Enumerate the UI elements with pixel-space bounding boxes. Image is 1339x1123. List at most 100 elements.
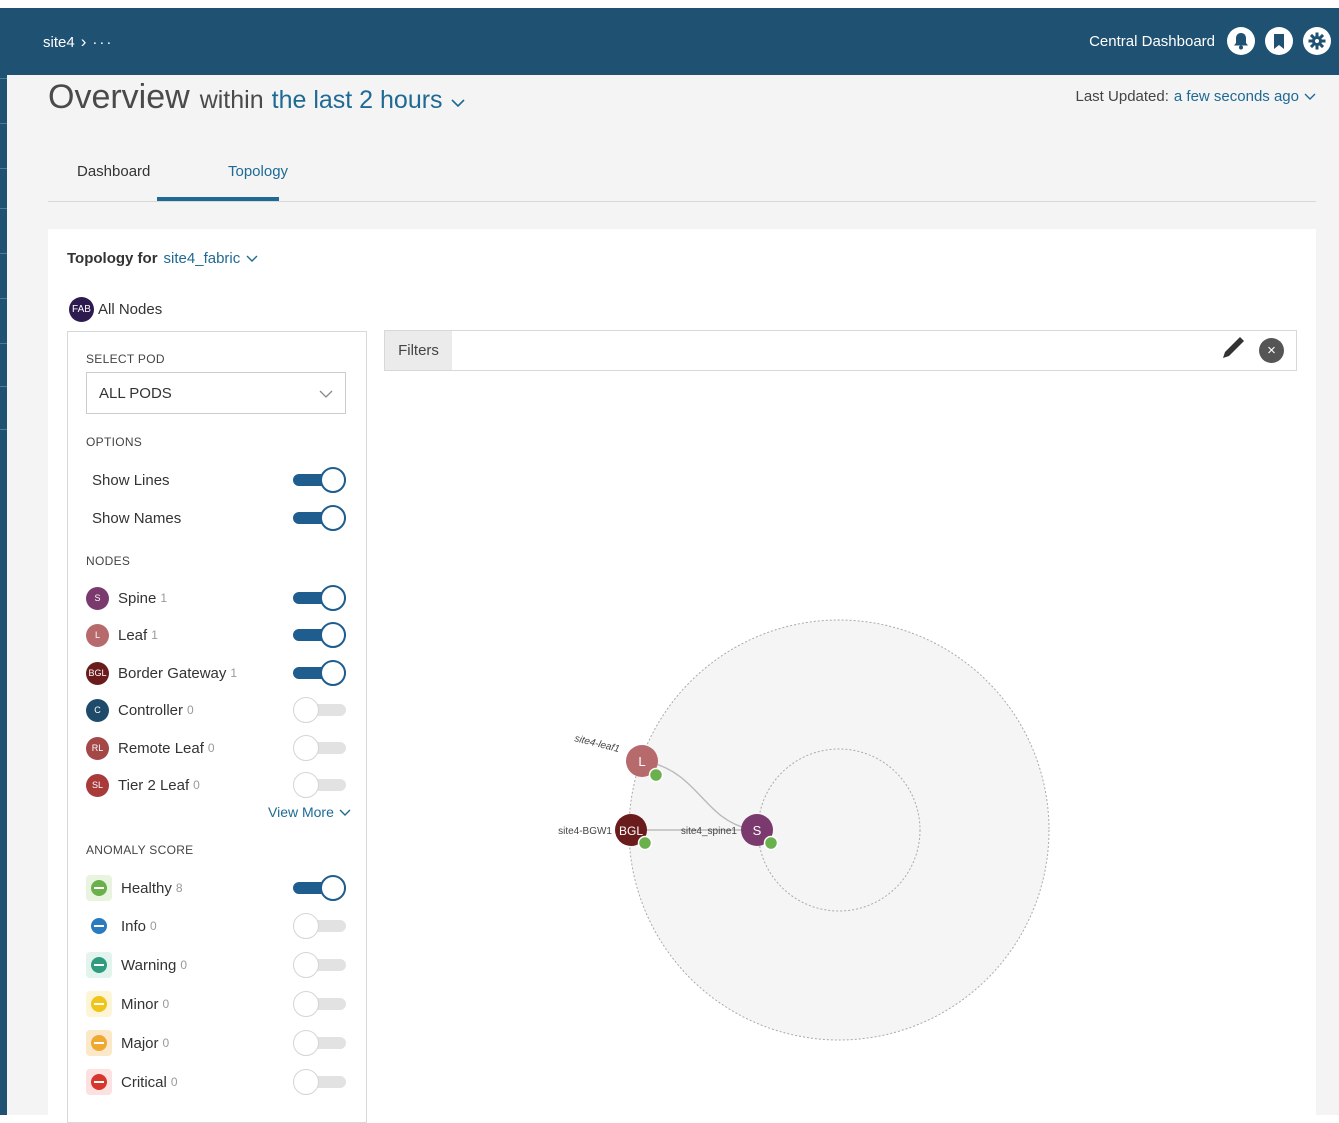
node-type-toggle[interactable] [293, 660, 346, 686]
overview-title: Overview [48, 78, 190, 116]
anomaly-row: Healthy 8 [86, 873, 346, 903]
health-score-icon [86, 1030, 112, 1056]
anomaly-toggle[interactable] [293, 1069, 346, 1095]
option-toggle[interactable] [293, 467, 346, 493]
pencil-icon[interactable] [1220, 335, 1246, 366]
node-type-count: 0 [207, 741, 215, 755]
anomaly-toggle[interactable] [293, 1030, 346, 1056]
node-type-label: Remote Leaf [118, 739, 204, 757]
node-type-count: 0 [187, 703, 194, 717]
anomaly-toggle[interactable] [293, 952, 346, 978]
chevron-down-icon[interactable] [1304, 88, 1316, 105]
bookmark-icon[interactable] [1265, 27, 1293, 55]
health-score-icon [86, 875, 112, 901]
node-type-row: C Controller 0 [86, 695, 346, 725]
breadcrumb: site4 › ··· [43, 32, 113, 52]
pod-select[interactable]: ALL PODS [86, 372, 346, 414]
node-badge: C [86, 698, 109, 722]
node-type-row: S Spine 1 [86, 583, 346, 613]
anomaly-count: 0 [162, 997, 170, 1011]
option-row: Show Lines [92, 465, 346, 495]
anomaly-toggle[interactable] [293, 875, 346, 901]
topology-card: Topology for site4_fabric FAB All Nodes … [48, 229, 1316, 1123]
chevron-down-icon[interactable] [450, 95, 465, 113]
health-score-icon [86, 952, 112, 978]
node-type-label: Spine [118, 589, 157, 607]
active-tab-indicator [157, 197, 279, 201]
node-badge: SL [86, 773, 109, 797]
gear-icon[interactable] [1303, 27, 1331, 55]
all-nodes-label: All Nodes [98, 301, 163, 318]
chevron-right-icon: › [80, 32, 87, 51]
fabric-badge: FAB [69, 297, 94, 322]
node-type-toggle[interactable] [293, 622, 346, 648]
anomaly-row: Info 0 [86, 911, 346, 941]
nodes-label: NODES [86, 554, 131, 568]
health-icon [648, 767, 664, 783]
breadcrumb-site[interactable]: site4 [43, 34, 75, 51]
all-nodes-filter[interactable]: FAB All Nodes [69, 297, 162, 322]
view-more-label: View More [268, 804, 334, 820]
filters-bar: Filters × [384, 330, 1297, 371]
anomaly-label: Minor [121, 995, 159, 1013]
health-score-icon [86, 913, 112, 939]
node-type-toggle[interactable] [293, 772, 346, 798]
topology-heading: Topology for site4_fabric [67, 250, 258, 267]
anomaly-count: 0 [162, 1036, 170, 1050]
chevron-down-icon[interactable] [246, 250, 258, 267]
anomaly-toggle[interactable] [293, 991, 346, 1017]
node-spine-badge: S [753, 823, 762, 838]
central-dashboard-link[interactable]: Central Dashboard [1089, 33, 1215, 50]
anomaly-count: 8 [175, 881, 183, 895]
view-more-link[interactable]: View More [268, 804, 351, 820]
inner-ring [757, 748, 921, 912]
node-badge: RL [86, 736, 109, 760]
anomaly-label: Major [121, 1034, 159, 1052]
node-leaf-name: site4-leaf1 [573, 733, 620, 755]
anomaly-row: Minor 0 [86, 989, 346, 1019]
last-updated: Last Updated: a few seconds ago [1076, 88, 1317, 105]
close-icon[interactable]: × [1259, 338, 1284, 363]
fabric-dropdown[interactable]: site4_fabric [164, 250, 241, 267]
health-icon [763, 835, 779, 851]
left-nav-strip [0, 8, 7, 1115]
tab-dashboard[interactable]: Dashboard [77, 163, 150, 180]
node-badge: S [86, 586, 109, 610]
node-bgw-name: site4-BGW1 [558, 826, 612, 837]
filter-panel: SELECT POD ALL PODS OPTIONS Show Lines Sh… [67, 331, 367, 1123]
option-label: Show Lines [92, 471, 170, 489]
node-type-label: Border Gateway [118, 664, 227, 682]
node-type-toggle[interactable] [293, 697, 346, 723]
anomaly-label: Info [121, 917, 147, 935]
node-bgw[interactable]: BGL site4-BGW1 [558, 814, 653, 851]
tab-bar: Dashboard Topology [48, 145, 1316, 202]
tab-topology[interactable]: Topology [228, 163, 288, 180]
node-type-label: Leaf [118, 626, 148, 644]
anomaly-row: Critical 0 [86, 1067, 346, 1097]
node-type-count: 1 [230, 666, 238, 680]
within-label: within [199, 86, 264, 114]
option-toggle[interactable] [293, 505, 346, 531]
topology-graph: L site4-leaf1 BGL site4-BGW1 S site4_spi… [558, 619, 1050, 1041]
node-type-row: BGL Border Gateway 1 [86, 658, 346, 688]
anomaly-count: 0 [180, 958, 187, 972]
node-type-label: Controller [118, 701, 184, 719]
pod-select-value: ALL PODS [99, 384, 172, 402]
node-spine-name: site4_spine1 [681, 826, 738, 837]
last-updated-value[interactable]: a few seconds ago [1174, 88, 1299, 105]
last-updated-label: Last Updated: [1075, 88, 1169, 105]
node-type-toggle[interactable] [293, 585, 346, 611]
node-type-count: 0 [193, 778, 200, 792]
node-badge: BGL [86, 661, 109, 685]
node-badge: L [86, 623, 109, 647]
health-score-icon [86, 1069, 112, 1095]
anomaly-toggle[interactable] [293, 913, 346, 939]
filters-input[interactable] [452, 331, 1220, 370]
node-leaf-badge: L [638, 754, 645, 769]
options-label: OPTIONS [86, 435, 143, 449]
node-type-row: RL Remote Leaf 0 [86, 733, 346, 763]
breadcrumb-more[interactable]: ··· [92, 34, 113, 51]
time-range-dropdown[interactable]: the last 2 hours [272, 86, 443, 115]
node-type-toggle[interactable] [293, 735, 346, 761]
bell-icon[interactable] [1227, 27, 1255, 55]
